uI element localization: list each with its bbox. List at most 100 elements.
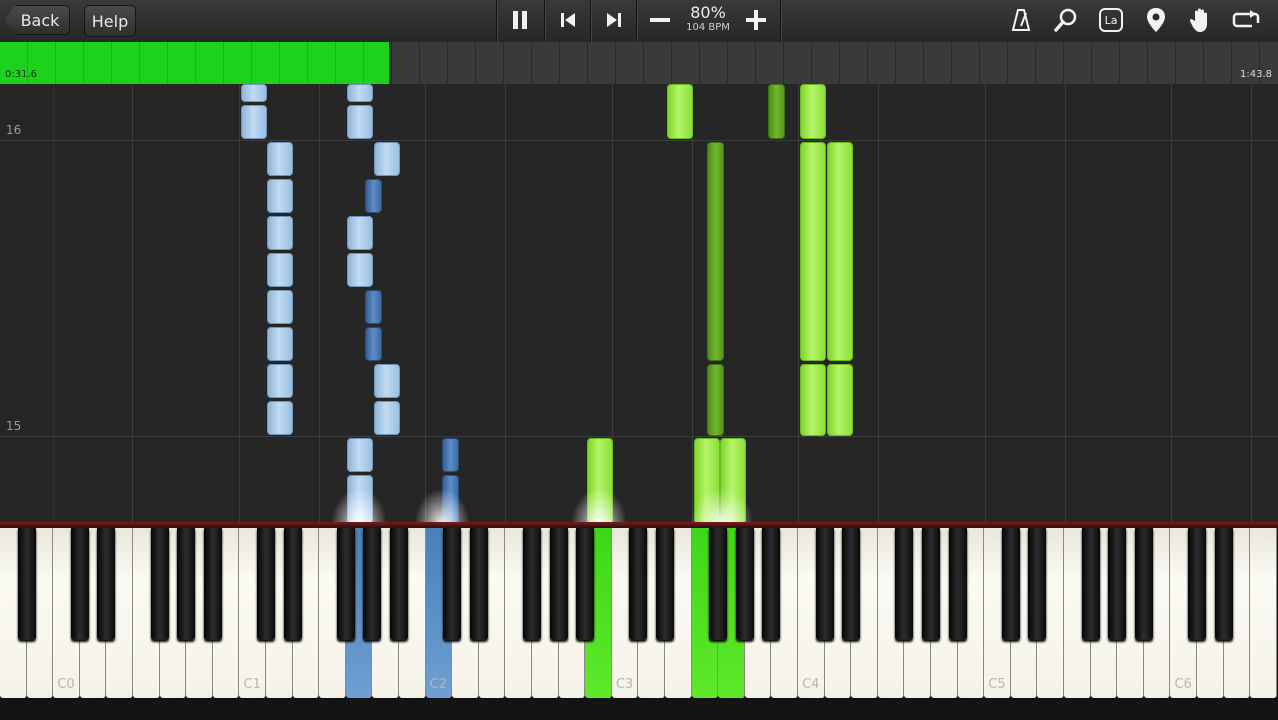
- measure-line: [0, 140, 1278, 141]
- note: [267, 290, 293, 324]
- note: [347, 253, 373, 287]
- black-key: [656, 528, 674, 640]
- note: [374, 142, 400, 176]
- note: [267, 327, 293, 361]
- black-key: [762, 528, 781, 640]
- metronome-icon[interactable]: [1001, 5, 1041, 35]
- measure-number: 16: [6, 123, 22, 137]
- note: [442, 438, 459, 472]
- separator: [636, 0, 637, 42]
- minus-icon[interactable]: [640, 5, 680, 35]
- octave-label: C6: [1174, 677, 1192, 692]
- note: [707, 364, 724, 436]
- black-key: [1214, 528, 1233, 640]
- black-key: [948, 528, 967, 640]
- black-key: [177, 528, 196, 640]
- skip-forward-icon[interactable]: [594, 5, 634, 35]
- note: [827, 364, 853, 436]
- note: [768, 84, 785, 139]
- black-key: [390, 528, 408, 640]
- grid-line: [1171, 84, 1172, 522]
- note: [267, 401, 293, 435]
- note: [365, 290, 382, 324]
- black-key: [629, 528, 648, 640]
- note: [267, 253, 293, 287]
- note: [374, 401, 400, 435]
- hand-icon[interactable]: [1181, 5, 1221, 35]
- octave-label: C5: [988, 677, 1006, 692]
- black-key: [336, 528, 355, 640]
- pause-icon[interactable]: [500, 5, 540, 35]
- black-key: [70, 528, 89, 640]
- grid-line: [239, 84, 240, 522]
- black-key: [709, 528, 728, 640]
- note: [800, 142, 826, 361]
- grid-line: [53, 84, 54, 522]
- note: [267, 364, 293, 398]
- black-key: [922, 528, 940, 640]
- grid-line: [878, 84, 879, 522]
- black-key: [97, 528, 116, 640]
- note: [800, 84, 826, 139]
- note: [365, 179, 382, 213]
- separator: [780, 0, 781, 42]
- grid-line: [692, 84, 693, 522]
- measure-number: 15: [6, 419, 22, 433]
- current-time: 0:31.6: [5, 69, 37, 80]
- black-key: [283, 528, 302, 640]
- black-key: [1108, 528, 1127, 640]
- black-key: [1134, 528, 1153, 640]
- octave-label: C3: [615, 677, 634, 692]
- note-label-text: La: [1104, 13, 1118, 27]
- key-hit-glow: [571, 488, 627, 524]
- measure-line: [0, 436, 1278, 437]
- grid-line: [1251, 84, 1252, 522]
- skip-back-icon[interactable]: [548, 5, 588, 35]
- black-key: [1081, 528, 1100, 640]
- magnifier-icon[interactable]: [1046, 5, 1086, 35]
- progress-fill: [0, 42, 389, 84]
- black-key: [815, 528, 834, 640]
- help-label: Help: [91, 11, 129, 31]
- note: [347, 84, 373, 102]
- black-key: [1001, 528, 1020, 640]
- grid-line: [505, 84, 506, 522]
- plus-icon[interactable]: [736, 5, 776, 35]
- back-button[interactable]: Back: [4, 5, 70, 35]
- help-button[interactable]: Help: [84, 5, 136, 37]
- toolbar: Back Help 80% 104 BPM La: [0, 0, 1278, 43]
- piano-keyboard: C0 C1 C2 C3 C4 C5 C6: [0, 528, 1278, 700]
- black-key: [735, 528, 754, 640]
- key-hit-glow: [690, 488, 754, 524]
- note: [707, 142, 724, 361]
- grid-line: [425, 84, 426, 522]
- key-hit-glow: [331, 488, 387, 524]
- note: [267, 216, 293, 250]
- note-label-icon[interactable]: La: [1091, 5, 1131, 35]
- black-key: [203, 528, 222, 640]
- note: [800, 364, 826, 436]
- black-key: [523, 528, 541, 640]
- loop-icon[interactable]: [1226, 5, 1266, 35]
- black-key: [576, 528, 595, 640]
- speed-bpm: 104 BPM: [686, 22, 730, 33]
- key-hit-glow: [414, 488, 470, 524]
- black-key: [842, 528, 861, 640]
- separator: [590, 0, 591, 42]
- note: [365, 327, 382, 361]
- location-pin-icon[interactable]: [1136, 5, 1176, 35]
- octave-label: C2: [429, 677, 448, 692]
- grid-line: [1065, 84, 1066, 522]
- separator: [544, 0, 545, 42]
- black-key: [363, 528, 382, 640]
- grid-line: [798, 84, 799, 522]
- bottom-bar: [0, 700, 1278, 720]
- black-key: [895, 528, 914, 640]
- black-key: [549, 528, 568, 640]
- note: [374, 364, 400, 398]
- timeline-scrubber[interactable]: 0:31.6 1:43.8: [0, 42, 1278, 84]
- total-time: 1:43.8: [1240, 69, 1272, 80]
- octave-label: C4: [802, 677, 820, 692]
- note: [267, 142, 293, 176]
- note: [347, 216, 373, 250]
